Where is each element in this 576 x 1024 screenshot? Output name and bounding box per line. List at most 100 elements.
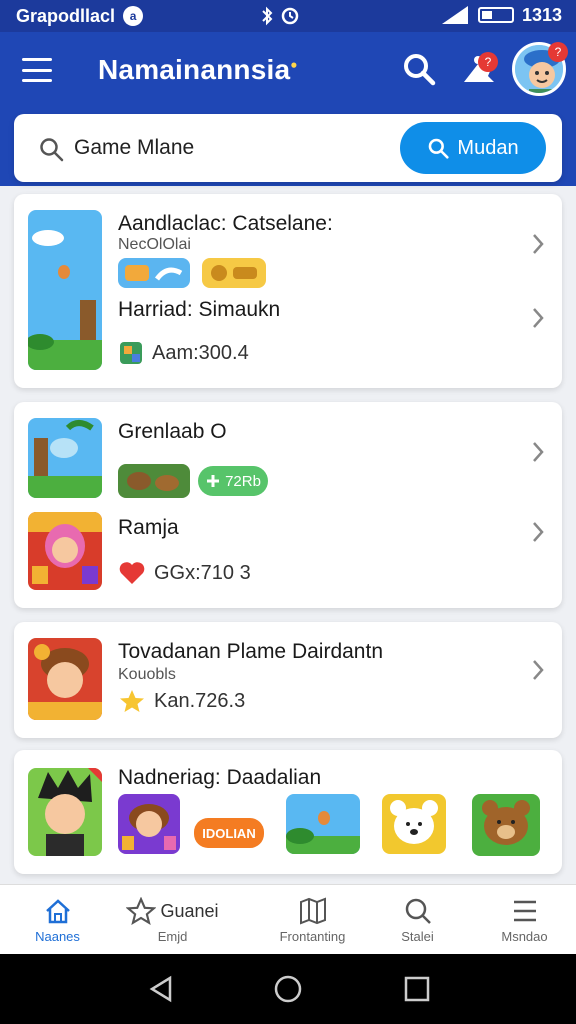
app-title: Namainannsia: [98, 54, 291, 85]
nav-label: Emjd: [157, 929, 188, 944]
puzzle-icon: [120, 342, 142, 364]
ninja-image: [28, 768, 102, 856]
game-meta: Aam:300.4: [118, 340, 249, 366]
star-icon: [126, 897, 157, 925]
bonus-label: 72Rb: [225, 472, 261, 490]
game-thumbnail: [28, 418, 102, 498]
island-image: [28, 418, 102, 498]
creatures-icon: [127, 472, 179, 491]
landscape-image: [28, 210, 102, 370]
hero-image: [28, 638, 102, 720]
bottom-navigation: Naanes Guanei Emjd Frontanting Stalei Ms…: [0, 884, 576, 954]
game-meta: GGx:710 3: [118, 560, 251, 586]
genre-label: IDOLIAN: [202, 825, 256, 841]
game-title-secondary: Harriad: Simaukn: [118, 298, 281, 321]
game-thumbnail: [28, 210, 102, 370]
search-icon[interactable]: [402, 52, 436, 86]
avatar-badge: ?: [548, 42, 568, 62]
bonus-badge: 72Rb: [198, 466, 268, 496]
brown-bear-image: [472, 794, 540, 856]
app-bar: Namainannsia● ? ?: [0, 32, 576, 114]
nav-favorites-extra: Guanei: [160, 900, 219, 921]
search-field-icon: [40, 138, 64, 162]
game-title: Aandlaclac: Catselane:: [118, 212, 333, 235]
search-button-label: Mudan: [457, 136, 519, 159]
game-thumbnail: [472, 794, 540, 856]
game-thumbnail: [286, 794, 360, 854]
character-image: [28, 512, 102, 590]
balloon-image: [286, 794, 360, 854]
recents-icon[interactable]: [402, 974, 432, 1004]
game-subtitle: NecOlOlai: [118, 236, 191, 253]
game-card[interactable]: Aandlaclac: Catselane: NecOlOlai Harriad…: [14, 194, 562, 388]
app-title-wrap: Namainannsia●: [98, 54, 298, 86]
home-icon: [45, 899, 70, 924]
game-title: Grenlaab O: [118, 420, 227, 443]
map-icon: [299, 897, 326, 925]
search-button[interactable]: Mudan: [400, 122, 546, 174]
game-meta: Kan.726.3: [118, 688, 245, 714]
alarm-icon: [281, 7, 299, 25]
nav-label: Msndao: [501, 929, 548, 944]
game-title: Nadneriag: Daadalian: [118, 766, 322, 789]
nav-item-favorites[interactable]: Guanei Emjd: [115, 885, 230, 955]
game-thumbnail: [28, 638, 102, 720]
carrier-label: Grapodllacl: [16, 5, 116, 26]
game-title-secondary: Ramja: [118, 516, 179, 539]
system-navigation-bar: [0, 954, 576, 1024]
game-thumbnail: [118, 794, 180, 854]
coins-icon: [211, 265, 257, 281]
game-thumbnail: [28, 768, 102, 856]
nav-item-explore[interactable]: Frontanting: [255, 885, 370, 955]
chevron-right-icon[interactable]: [530, 306, 546, 330]
search-icon: [405, 898, 431, 924]
hamburger-menu-icon[interactable]: [22, 58, 52, 82]
back-icon[interactable]: [146, 974, 176, 1004]
nav-label: Naanes: [35, 929, 80, 944]
menu-icon: [513, 900, 536, 922]
bluetooth-icon: [262, 6, 273, 26]
game-card[interactable]: Grenlaab O 72Rb Ramja GGx:710 3: [14, 402, 562, 608]
home-circle-icon[interactable]: [273, 974, 303, 1004]
game-meta-label: Kan.726.3: [154, 689, 246, 712]
status-bar: Grapodllacl a 1313: [0, 0, 576, 32]
game-card[interactable]: Tovadanan Plame Dairdantn Kouobls Kan.72…: [14, 622, 562, 738]
badge-tag: [118, 258, 190, 288]
app-notification-icon: a: [123, 6, 144, 26]
nav-label: Frontanting: [279, 929, 346, 944]
nav-label: Stalei: [401, 929, 434, 944]
notification-badge: ?: [478, 52, 498, 72]
genre-badge: IDOLIAN: [194, 818, 264, 848]
girl-image: [118, 794, 180, 854]
badge-tag: [118, 464, 190, 498]
search-button-icon: [429, 138, 449, 159]
game-thumbnail: [28, 512, 102, 590]
battery-icon: [477, 7, 514, 23]
chevron-right-icon[interactable]: [530, 232, 546, 256]
nav-item-menu[interactable]: Msndao: [467, 885, 576, 955]
nav-item-home[interactable]: Naanes: [0, 885, 115, 955]
game-card[interactable]: Nadneriag: Daadalian IDOLIAN: [14, 750, 562, 874]
game-meta-label: GGx:710 3: [154, 561, 251, 584]
chevron-right-icon[interactable]: [530, 520, 546, 544]
status-icons: [260, 6, 300, 26]
title-sparkle-icon: ●: [290, 57, 298, 72]
game-thumbnail: [382, 794, 446, 854]
signal-icon: [441, 6, 468, 24]
star-icon: [120, 690, 144, 712]
chevron-right-icon[interactable]: [530, 658, 546, 682]
game-title: Tovadanan Plame Dairdantn: [118, 640, 384, 663]
plus-icon: [207, 475, 220, 487]
game-meta-label: Aam:300.4: [152, 341, 249, 364]
heart-icon: [119, 562, 145, 584]
game-subtitle: Kouobls: [118, 666, 176, 683]
search-input[interactable]: [74, 130, 394, 166]
nav-item-search[interactable]: Stalei: [360, 885, 475, 955]
clock: 1313: [521, 4, 562, 25]
badge-tag: [202, 258, 266, 288]
items-icon: [125, 265, 183, 281]
chevron-right-icon[interactable]: [530, 440, 546, 464]
notifications-button[interactable]: ?: [458, 50, 500, 90]
search-bar: Mudan: [14, 114, 562, 182]
polar-bear-image: [382, 794, 446, 854]
